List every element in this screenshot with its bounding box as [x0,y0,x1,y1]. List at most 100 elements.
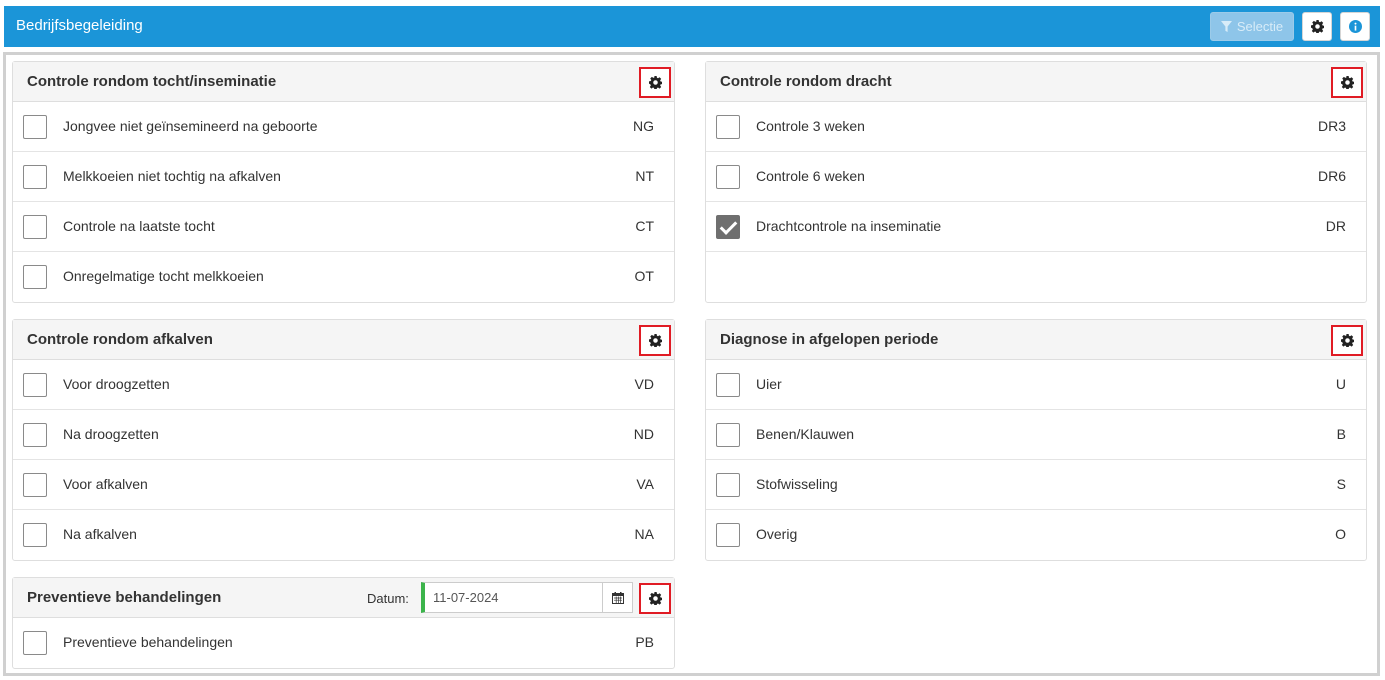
calendar-button[interactable] [602,583,632,612]
item-label: Preventieve behandelingen [63,634,233,650]
panel-title: Diagnose in afgelopen periode [720,331,939,348]
checkbox[interactable] [23,631,47,655]
info-icon [1348,20,1362,33]
item-label: Melkkoeien niet tochtig na afkalven [63,168,281,184]
list-item[interactable]: Na droogzetten ND [13,410,674,460]
panel-afkalven: Controle rondom afkalven Voor droogzette… [12,319,675,561]
list-item[interactable]: Preventieve behandelingen PB [13,618,674,666]
date-value[interactable]: 11-07-2024 [433,590,499,605]
item-code: NT [635,168,654,184]
panel-title: Preventieve behandelingen [27,589,222,606]
filter-icon [1220,21,1232,32]
item-label: Voor droogzetten [63,376,170,392]
panel-dracht: Controle rondom dracht Controle 3 weken … [705,61,1367,303]
item-code: VA [636,476,654,492]
item-label: Drachtcontrole na inseminatie [756,218,942,234]
gear-icon [648,334,662,347]
panel-preventieve-behandelingen: Preventieve behandelingen Datum: 11-07-2… [12,577,675,669]
checkbox[interactable] [23,215,47,239]
checkbox[interactable] [23,473,47,497]
panel-settings-button[interactable] [1331,67,1363,98]
list-item[interactable]: Controle na laatste tocht CT [13,202,674,252]
item-label: Na afkalven [63,526,137,542]
selectie-label: Selectie [1236,19,1284,34]
item-code: OT [634,268,654,284]
item-code: NG [633,118,654,134]
date-input[interactable]: 11-07-2024 [421,582,633,613]
panel-header: Controle rondom tocht/inseminatie [13,62,674,102]
gear-icon [1340,76,1354,89]
checkbox[interactable] [716,523,740,547]
panel-title: Controle rondom dracht [720,73,892,90]
panel-settings-button[interactable] [639,67,671,98]
checkbox[interactable] [23,165,47,189]
panel-settings-button[interactable] [1331,325,1363,356]
top-bar: Bedrijfsbegeleiding Selectie [4,6,1380,47]
selectie-button[interactable]: Selectie [1210,12,1294,41]
list-item[interactable]: Jongvee niet geïnsemineerd na geboorte N… [13,102,674,152]
list-item[interactable]: Melkkoeien niet tochtig na afkalven NT [13,152,674,202]
list-item[interactable]: Onregelmatige tocht melkkoeien OT [13,252,674,302]
panel-diagnose: Diagnose in afgelopen periode Uier U Ben… [705,319,1367,561]
list-item[interactable]: Controle 6 weken DR6 [706,152,1366,202]
panel-header: Preventieve behandelingen Datum: 11-07-2… [13,578,674,618]
empty-row [706,252,1366,302]
item-label: Overig [756,526,798,542]
item-code: PB [635,634,654,650]
settings-button[interactable] [1302,12,1332,41]
list-item[interactable]: Na afkalven NA [13,510,674,560]
calendar-icon [611,591,624,604]
checkbox[interactable] [716,165,740,189]
item-label: Controle 3 weken [756,118,865,134]
list-item[interactable]: Controle 3 weken DR3 [706,102,1366,152]
datum-label: Datum: [367,591,409,606]
info-button[interactable] [1340,12,1370,41]
panel-settings-button[interactable] [639,325,671,356]
panel-title: Controle rondom tocht/inseminatie [27,73,277,90]
item-code: CT [635,218,654,234]
item-code: B [1336,426,1346,442]
content-frame: Controle rondom tocht/inseminatie Jongve… [3,52,1380,676]
list-item[interactable]: Uier U [706,360,1366,410]
checkbox[interactable] [716,115,740,139]
item-code: U [1335,376,1346,392]
checkbox[interactable] [23,265,47,289]
list-item[interactable]: Benen/Klauwen B [706,410,1366,460]
item-code: DR [1325,218,1346,234]
item-code: S [1336,476,1346,492]
checkbox[interactable] [716,373,740,397]
checkbox[interactable] [716,423,740,447]
checkbox[interactable] [716,473,740,497]
item-label: Benen/Klauwen [756,426,855,442]
gear-icon [1310,20,1324,33]
checkbox[interactable] [23,423,47,447]
item-code: ND [633,426,654,442]
panel-title: Controle rondom afkalven [27,331,213,348]
checkbox[interactable] [23,523,47,547]
app-title: Bedrijfsbegeleiding [16,17,143,34]
list-item[interactable]: Overig O [706,510,1366,560]
item-label: Voor afkalven [63,476,148,492]
item-label: Jongvee niet geïnsemineerd na geboorte [63,118,318,134]
item-code: O [1335,526,1346,542]
panel-header: Controle rondom afkalven [13,320,674,360]
list-item[interactable]: Voor droogzetten VD [13,360,674,410]
item-code: DR6 [1317,168,1346,184]
checkbox[interactable] [23,115,47,139]
gear-icon [1340,334,1354,347]
item-label: Na droogzetten [63,426,159,442]
list-item[interactable]: Drachtcontrole na inseminatie DR [706,202,1366,252]
item-label: Uier [756,376,782,392]
item-label: Controle na laatste tocht [63,218,215,234]
panel-tocht-inseminatie: Controle rondom tocht/inseminatie Jongve… [12,61,675,303]
checkbox-checked[interactable] [716,215,740,239]
item-label: Stofwisseling [756,476,838,492]
item-code: NA [634,526,654,542]
gear-icon [648,592,662,605]
checkbox[interactable] [23,373,47,397]
list-item[interactable]: Stofwisseling S [706,460,1366,510]
panel-settings-button[interactable] [639,583,671,614]
panel-header: Controle rondom dracht [706,62,1366,102]
gear-icon [648,76,662,89]
list-item[interactable]: Voor afkalven VA [13,460,674,510]
